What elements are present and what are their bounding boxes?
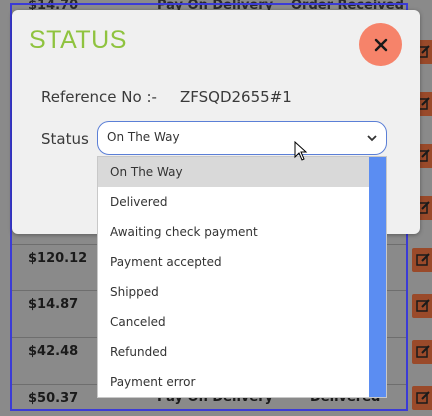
status-dropdown-list: On The Way Delivered Awaiting check paym… bbox=[97, 156, 387, 398]
edit-icon[interactable] bbox=[412, 294, 432, 318]
close-button[interactable] bbox=[359, 23, 402, 66]
dropdown-option[interactable]: Payment accepted bbox=[98, 247, 370, 277]
reference-value: ZFSQD2655#1 bbox=[180, 88, 292, 106]
edit-icon[interactable] bbox=[412, 248, 432, 272]
dropdown-option[interactable]: Delivered bbox=[98, 187, 370, 217]
status-select[interactable]: On The Way bbox=[97, 121, 387, 155]
close-icon bbox=[374, 38, 387, 51]
edit-icon[interactable] bbox=[412, 340, 432, 364]
reference-label: Reference No :- bbox=[41, 88, 157, 106]
dropdown-option[interactable]: Canceled bbox=[98, 307, 370, 337]
dropdown-option[interactable]: Shipped bbox=[98, 277, 370, 307]
dropdown-option[interactable]: On The Way bbox=[98, 157, 370, 187]
mouse-cursor-icon bbox=[294, 141, 308, 161]
dropdown-option[interactable]: Awaiting check payment bbox=[98, 217, 370, 247]
modal-title: STATUS bbox=[29, 26, 127, 54]
dropdown-scrollbar[interactable] bbox=[369, 157, 386, 397]
dropdown-option[interactable]: Payment error bbox=[98, 367, 370, 397]
chevron-down-icon bbox=[367, 135, 377, 142]
edit-icon[interactable] bbox=[412, 386, 432, 410]
dropdown-option[interactable]: Refunded bbox=[98, 337, 370, 367]
status-label: Status bbox=[41, 130, 89, 148]
status-select-value: On The Way bbox=[107, 130, 180, 144]
